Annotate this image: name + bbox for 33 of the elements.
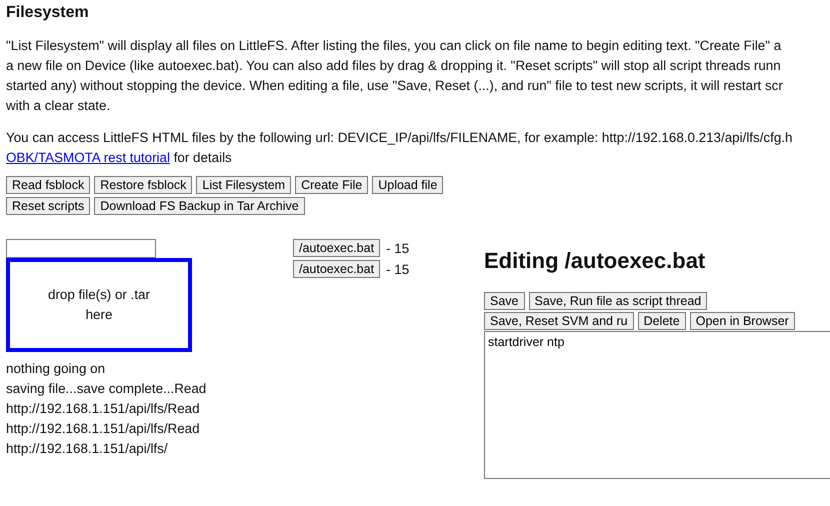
description-text: a new file on Device (like autoexec.bat). You can also add files by drag & dropping it. "Reset scripts" will stop all script threads runn: [6, 57, 782, 75]
editor-button[interactable]: Save, Reset SVM and ru: [484, 312, 634, 330]
description-text: with a clear state.: [6, 97, 112, 115]
toolbar-button[interactable]: Restore fsblock: [94, 176, 192, 194]
description-text: started any) without stopping the device. When editing a file, use "Save, Reset (...), and run" file to test new scripts, it will restart scr: [6, 77, 784, 95]
description-text: "List Filesystem" will display all files on LittleFS. After listing the files, you can click on file name to begin editing text. "Create File" a: [6, 37, 782, 55]
status-text: http://192.168.1.151/api/lfs/Read: [6, 400, 201, 418]
toolbar-button[interactable]: List Filesystem: [196, 176, 292, 194]
file-size: - 15: [386, 240, 410, 256]
status-text: http://192.168.1.151/api/lfs/: [6, 440, 169, 458]
editor-button[interactable]: Save, Run file as script thread: [528, 292, 708, 310]
toolbar-button[interactable]: Download FS Backup in Tar Archive: [94, 197, 305, 215]
access-text: You can access LittleFS HTML files by the following url: DEVICE_IP/api/lfs/FILENAME, for example: http://192.168.0.213/api/lfs/cfg.h: [6, 129, 794, 147]
editor-button[interactable]: Save: [484, 292, 524, 310]
status-text: nothing going on: [6, 360, 106, 378]
file-size: - 15: [386, 262, 410, 276]
status-text: http://192.168.1.151/api/lfs/Read: [6, 420, 201, 438]
details-text: for details: [174, 150, 232, 165]
drop-zone[interactable]: drop file(s) or .tar here: [6, 258, 192, 352]
input-field[interactable]: [6, 239, 156, 258]
toolbar-button[interactable]: Read fsblock: [6, 176, 90, 194]
file-button[interactable]: /autoexec.bat: [293, 260, 380, 278]
toolbar-button[interactable]: Upload file: [372, 176, 444, 194]
editor-textarea[interactable]: startdriver ntp: [484, 331, 830, 479]
status-text: saving file...save complete...Read: [6, 380, 208, 398]
editor-button[interactable]: Delete: [638, 312, 686, 330]
page-title: Filesystem: [6, 4, 90, 22]
toolbar-button[interactable]: Create File: [295, 176, 368, 194]
toolbar-button[interactable]: Reset scripts: [6, 197, 90, 215]
file-button[interactable]: /autoexec.bat: [293, 239, 380, 257]
editor-button[interactable]: Open in Browser: [690, 312, 795, 330]
editor-heading: Editing /autoexec.bat: [484, 248, 706, 274]
tutorial-link[interactable]: OBK/TASMOTA rest tutorial: [6, 150, 170, 165]
